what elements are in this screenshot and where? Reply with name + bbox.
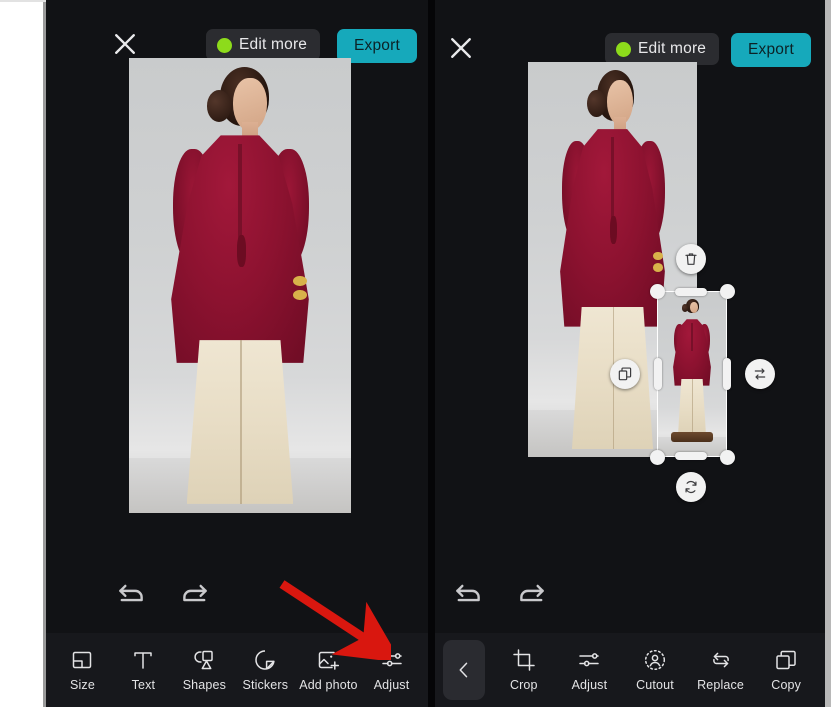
tool-cutout[interactable]: Cutout — [628, 648, 682, 692]
tool-label: Replace — [697, 678, 745, 692]
adjust-icon — [380, 648, 404, 672]
edit-more-label: Edit more — [239, 36, 308, 53]
flip-horizontal-icon[interactable] — [745, 359, 775, 389]
rotate-icon[interactable] — [676, 472, 706, 502]
edit-more-status-dot — [217, 37, 232, 53]
redo-icon[interactable] — [515, 576, 549, 610]
edit-more-label: Edit more — [638, 40, 707, 57]
tool-shapes[interactable]: Shapes — [177, 648, 231, 692]
tool-label: Crop — [509, 678, 538, 692]
close-icon[interactable] — [110, 29, 140, 59]
tool-text[interactable]: Text — [116, 648, 170, 692]
layer-selection-box[interactable] — [657, 291, 727, 457]
size-icon — [70, 648, 94, 672]
tool-crop[interactable]: Crop — [497, 648, 551, 692]
handle-bottom-left[interactable] — [650, 450, 665, 465]
export-button[interactable]: Export — [731, 33, 811, 67]
tool-replace[interactable]: Replace — [694, 648, 748, 692]
canvas-photo[interactable] — [129, 58, 351, 513]
undo-icon[interactable] — [451, 576, 485, 610]
trash-icon[interactable] — [676, 244, 706, 274]
handle-right-center[interactable] — [723, 358, 731, 390]
replace-icon — [709, 648, 733, 672]
tool-size[interactable]: Size — [55, 648, 109, 692]
adjust-icon — [577, 648, 601, 672]
handle-top-center[interactable] — [675, 288, 707, 296]
duplicate-icon[interactable] — [610, 359, 640, 389]
tool-adjust[interactable]: Adjust — [365, 648, 419, 692]
tool-label: Adjust — [571, 678, 608, 692]
back-button[interactable] — [443, 640, 485, 700]
handle-top-right[interactable] — [720, 284, 735, 299]
stickers-icon — [253, 648, 277, 672]
panel-divider — [428, 0, 435, 707]
chevron-left-icon — [454, 660, 474, 680]
bottom-toolbar-right: Crop Adjust Cutout Replace Copy — [435, 633, 825, 707]
tool-label: Cutout — [636, 678, 674, 692]
undo-icon[interactable] — [114, 576, 148, 610]
panel-left: Edit more Export Size Text Shapes Sticke… — [46, 0, 428, 707]
right-tool-list: Crop Adjust Cutout Replace Copy — [485, 648, 825, 692]
shapes-icon — [192, 648, 216, 672]
crop-icon — [512, 648, 536, 672]
history-controls — [114, 576, 212, 610]
tool-label: Size — [70, 678, 95, 692]
right-vertical-divider — [825, 0, 831, 707]
tool-label: Copy — [771, 678, 802, 692]
add-photo-icon — [316, 648, 340, 672]
tool-add-photo[interactable]: Add photo — [299, 648, 357, 692]
history-controls — [451, 576, 549, 610]
edit-more-button[interactable]: Edit more — [605, 33, 720, 65]
handle-left-center[interactable] — [654, 358, 662, 390]
tool-stickers[interactable]: Stickers — [238, 648, 292, 692]
handle-bottom-center[interactable] — [675, 452, 707, 460]
text-icon — [131, 648, 155, 672]
edit-more-status-dot — [616, 41, 631, 57]
close-icon[interactable] — [446, 33, 476, 63]
tool-label: Add photo — [299, 678, 358, 692]
tool-adjust[interactable]: Adjust — [562, 648, 616, 692]
copy-icon — [774, 648, 798, 672]
handle-bottom-right[interactable] — [720, 450, 735, 465]
tool-label: Adjust — [373, 678, 410, 692]
bottom-toolbar-left: Size Text Shapes Stickers Add photo Adju… — [46, 633, 428, 707]
tool-label: Stickers — [242, 678, 289, 692]
redo-icon[interactable] — [178, 576, 212, 610]
tool-copy[interactable]: Copy — [759, 648, 813, 692]
panel-right: Edit more Export Crop Adjust Cutout Repl… — [435, 0, 825, 707]
tool-label: Shapes — [182, 678, 226, 692]
edit-more-button[interactable]: Edit more — [206, 29, 321, 61]
tool-label: Text — [131, 678, 156, 692]
left-page-gutter — [0, 0, 43, 707]
handle-top-left[interactable] — [650, 284, 665, 299]
cutout-icon — [643, 648, 667, 672]
screenshot-root: Edit more Export Size Text Shapes Sticke… — [0, 0, 831, 707]
